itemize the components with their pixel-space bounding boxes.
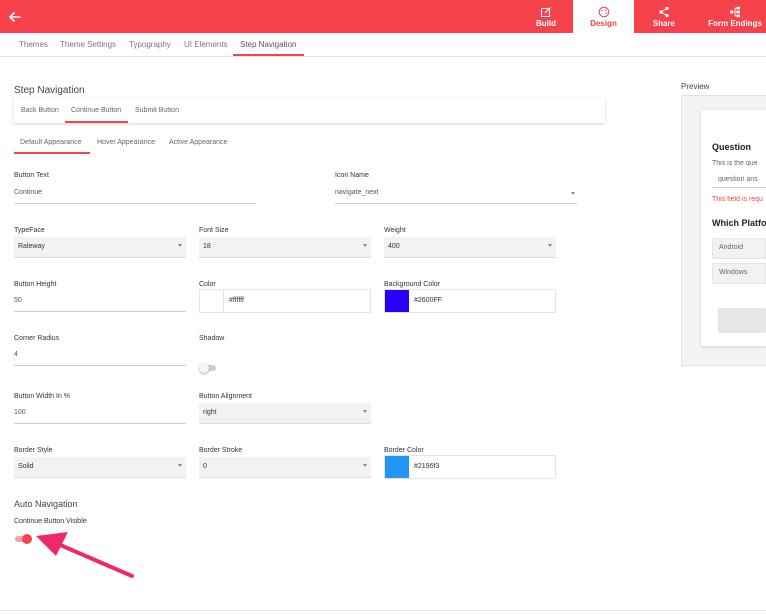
shadow-label: Shadow [199, 335, 225, 342]
preview-answer-input[interactable]: question ans [712, 174, 766, 188]
button-width-input[interactable]: 100 [14, 409, 186, 424]
tab-share-label: Share [652, 19, 676, 28]
icon-name-select[interactable]: navigate_next [335, 189, 577, 204]
tab-submit-button[interactable]: Submit Button [135, 107, 179, 114]
continue-visible-label: Continue Button Visible [14, 518, 87, 525]
preview-question-desc: This is the que [712, 160, 758, 167]
tab-design-label: Design [590, 19, 617, 28]
button-width-label: Button Width In % [14, 393, 71, 400]
border-style-select[interactable]: Solid [14, 457, 186, 477]
color-label: Color [199, 281, 216, 288]
preview-option-windows[interactable]: Windows [712, 263, 766, 284]
chevron-down-icon [571, 192, 575, 195]
border-stroke-label: Border Stroke [199, 447, 243, 454]
color-swatch[interactable] [200, 290, 224, 312]
subnav-active-indicator [233, 54, 304, 56]
preview-option-android[interactable]: Android [712, 238, 766, 259]
button-height-input[interactable]: 50 [14, 297, 186, 312]
subnav-ui-elements[interactable]: UI Elements [184, 40, 228, 49]
border-stroke-select[interactable]: 0 [199, 457, 371, 477]
tab-build[interactable]: Build [520, 0, 572, 33]
border-color-value: #2196f3 [414, 463, 440, 470]
tab-default-appearance[interactable]: Default Appearance [20, 139, 82, 146]
auto-navigation-title: Auto Navigation [14, 499, 78, 509]
corner-radius-input[interactable]: 4 [14, 351, 186, 366]
icon-name-label: Icon Name [335, 172, 369, 179]
border-style-label: Border Style [14, 447, 53, 454]
button-alignment-label: Button Alignment [199, 393, 252, 400]
shadow-toggle[interactable] [199, 363, 217, 373]
edit-icon [541, 7, 551, 17]
tab-form-endings[interactable]: Form Endings [702, 0, 766, 33]
color-value: #ffffff [229, 297, 244, 304]
button-alignment-select[interactable]: right [199, 403, 371, 423]
tab-share[interactable]: Share [640, 0, 688, 33]
typeface-value: Raleway [18, 243, 45, 250]
share-icon [659, 6, 669, 18]
border-color-swatch[interactable] [385, 456, 409, 478]
palette-icon [598, 6, 609, 18]
chevron-down-icon [178, 464, 182, 467]
font-size-value: 18 [203, 243, 211, 250]
preview-label: Preview [681, 82, 710, 91]
button-tab-active-indicator [65, 121, 128, 123]
weight-select[interactable]: 400 [384, 237, 556, 257]
back-arrow-icon[interactable] [6, 8, 24, 26]
typeface-label: TypeFace [14, 227, 45, 234]
weight-label: Weight [384, 227, 406, 234]
corner-radius-label: Corner Radius [14, 335, 60, 342]
border-stroke-value: 0 [203, 463, 207, 470]
background-color-value: #2600FF [414, 297, 443, 304]
font-size-select[interactable]: 18 [199, 237, 371, 257]
subnav-typography[interactable]: Typography [129, 40, 171, 49]
tab-continue-button[interactable]: Continue Button [71, 107, 121, 114]
chevron-down-icon [363, 464, 367, 467]
tab-design[interactable]: Design [573, 0, 634, 33]
preview-second-question: Which Platfo [712, 218, 766, 228]
tab-back-button[interactable]: Back Button [21, 107, 59, 114]
button-height-label: Button Height [14, 281, 57, 288]
button-text-label: Button Text [14, 172, 49, 179]
sitemap-icon [730, 6, 740, 18]
border-color-label: Border Color [384, 447, 424, 454]
button-text-input[interactable]: Continue [14, 189, 256, 204]
icon-name-value: navigate_next [335, 189, 379, 196]
button-alignment-value: right [203, 409, 217, 416]
background-color-label: Background Color [384, 281, 441, 288]
appearance-tab-active-indicator [14, 152, 90, 154]
subnav-themes[interactable]: Themes [19, 40, 48, 49]
subnav-step-navigation[interactable]: Step Navigation [240, 40, 296, 49]
weight-value: 400 [388, 243, 400, 250]
chevron-down-icon [363, 244, 367, 247]
preview-continue-button[interactable] [718, 308, 766, 333]
preview-error-text: This field is requ [712, 196, 763, 203]
typeface-select[interactable]: Raleway [14, 237, 186, 257]
tab-hover-appearance[interactable]: Hover Appearance [97, 139, 155, 146]
tab-active-appearance[interactable]: Active Appearance [169, 139, 227, 146]
font-size-label: Font Size [199, 227, 229, 234]
border-color-picker[interactable]: #2196f3 [384, 455, 556, 479]
tab-build-label: Build [536, 19, 556, 28]
border-style-value: Solid [18, 463, 34, 470]
background-color-picker[interactable]: #2600FF [384, 289, 556, 313]
bottom-divider [0, 610, 766, 611]
tab-form-endings-label: Form Endings [708, 19, 762, 28]
chevron-down-icon [178, 244, 182, 247]
color-picker[interactable]: #ffffff [199, 289, 371, 313]
annotation-arrow [36, 532, 134, 578]
chevron-down-icon [363, 410, 367, 413]
section-title: Step Navigation [14, 85, 85, 96]
subnav-theme-settings[interactable]: Theme Settings [60, 40, 116, 49]
preview-question-title: Question [712, 142, 752, 152]
background-color-swatch[interactable] [385, 290, 409, 312]
toggle-knob [199, 363, 209, 373]
chevron-down-icon [548, 244, 552, 247]
